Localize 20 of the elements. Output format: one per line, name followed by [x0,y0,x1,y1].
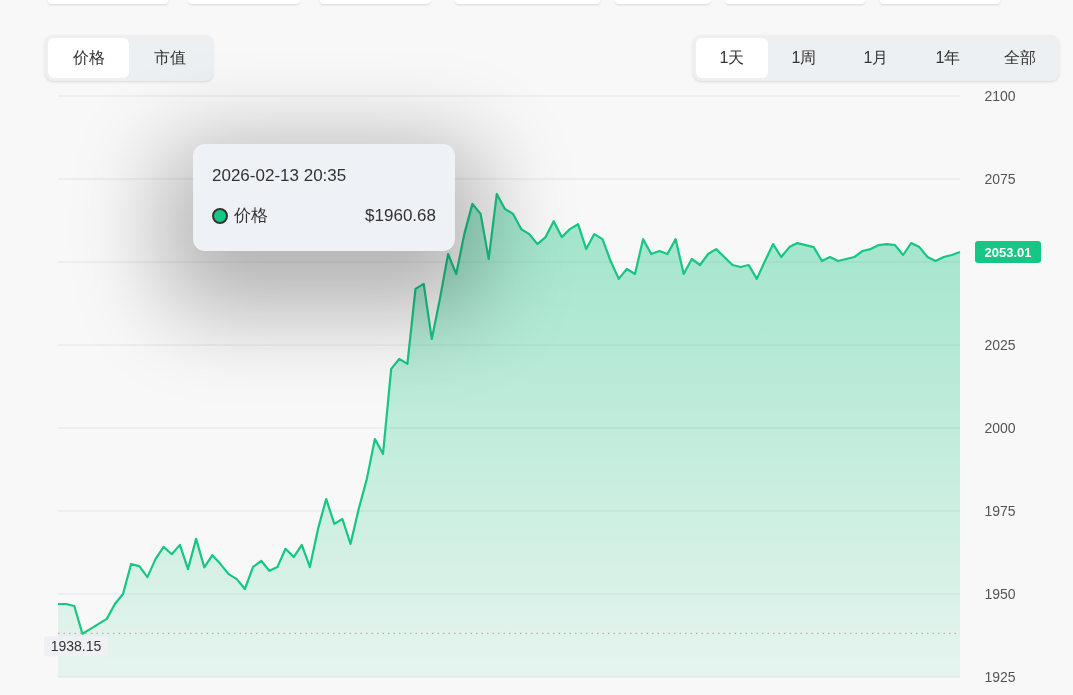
tooltip-time: 2026-02-13 20:35 [212,166,348,186]
ref-line-label: 1938.15 [50,638,102,655]
y-axis-label: 2025 [984,337,1016,353]
metric-tab[interactable]: 市值 [129,38,210,78]
tooltip-label: 价格 [234,205,268,227]
range-tab[interactable]: 全部 [984,38,1056,78]
metric-tab[interactable]: 价格 [48,38,129,78]
range-tab[interactable]: 1周 [768,38,840,78]
range-tab[interactable]: 1年 [912,38,984,78]
y-axis-label: 2000 [984,420,1016,436]
tooltip-value: $1960.68 [365,205,436,227]
y-axis-label: 2075 [984,171,1016,187]
current-price-tag: 2053.01 [975,241,1041,264]
range-tab[interactable]: 1天 [696,38,768,78]
y-axis-label: 1925 [984,669,1016,685]
y-axis-label: 1950 [984,586,1016,602]
y-axis-label: 2100 [984,88,1016,104]
min-price-tag: 1938.15 [44,636,108,657]
y-axis-label: 1975 [984,503,1016,519]
range-tab[interactable]: 1月 [840,38,912,78]
